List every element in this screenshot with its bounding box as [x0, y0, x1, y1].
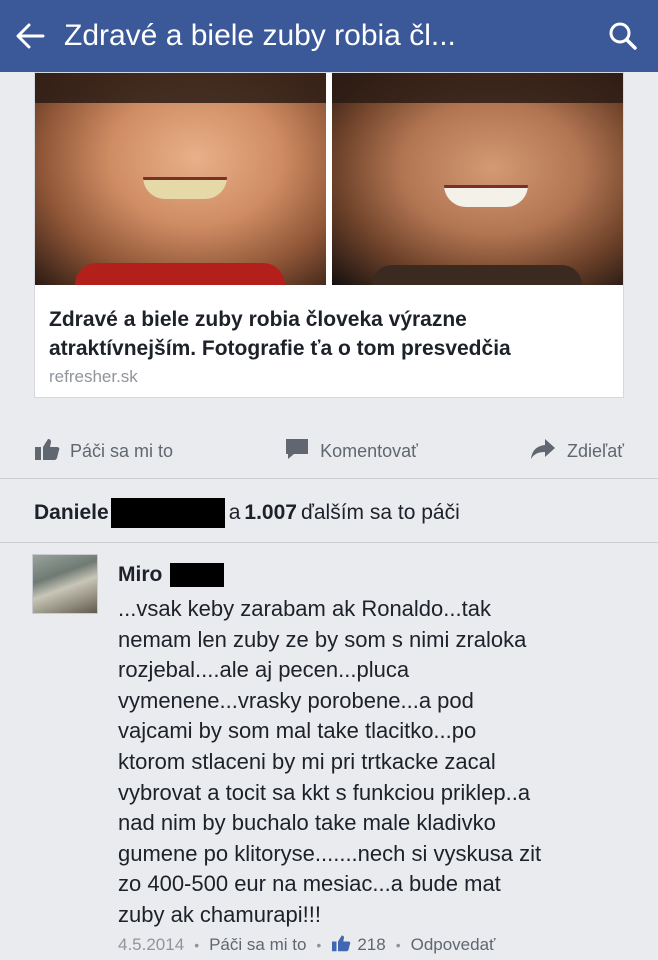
thumbs-up-icon	[34, 437, 60, 466]
likes-suffix: ďalším sa to páči	[300, 501, 460, 524]
app-bar: Zdravé a biele zuby robia čl...	[0, 0, 658, 72]
liker-name[interactable]: Daniele	[34, 501, 109, 525]
comment-button[interactable]: Komentovať	[284, 437, 418, 466]
photo-before	[35, 73, 326, 285]
page-title: Zdravé a biele zuby robia čl...	[64, 19, 456, 52]
like-button[interactable]: Páči sa mi to	[34, 437, 173, 466]
link-title: Zdravé a biele zuby robia človeka výrazn…	[49, 308, 511, 360]
thumbs-up-icon	[331, 934, 351, 957]
comment-icon	[284, 437, 310, 466]
comment-like-number: 218	[357, 935, 386, 954]
link-domain: refresher.sk	[49, 367, 138, 386]
divider	[0, 542, 658, 543]
search-icon[interactable]	[588, 0, 658, 72]
link-preview-image	[35, 73, 623, 285]
comment-text: ...vsak keby zarabam ak Ronaldo...tak ne…	[118, 596, 542, 927]
link-preview-card[interactable]: Zdravé a biele zuby robia človeka výrazn…	[34, 72, 624, 398]
reply-link[interactable]: Odpovedať	[411, 935, 496, 955]
comment-author[interactable]: Miro	[118, 563, 162, 587]
comment-like-link[interactable]: Páči sa mi to	[209, 935, 306, 955]
redaction-bar	[110, 498, 225, 528]
share-label: Zdieľať	[566, 440, 624, 461]
share-arrow-icon	[529, 437, 557, 466]
comment-label: Komentovať	[320, 440, 418, 461]
likes-summary[interactable]: Daniele a 1.007 ďalším sa to páči	[34, 496, 460, 530]
comment-meta: 4.5.2014 • Páči sa mi to • 218 • Odpoved…	[118, 932, 495, 958]
comment: Miro ...vsak keby zarabam ak Ronaldo...t…	[118, 558, 638, 931]
likes-count: 1.007	[244, 501, 297, 524]
comment-like-count[interactable]: 218	[331, 934, 386, 957]
back-arrow-icon[interactable]	[0, 0, 60, 72]
post-actions: Páči sa mi to Komentovať Zdieľať	[34, 422, 624, 480]
redaction-bar	[170, 563, 225, 587]
avatar[interactable]	[32, 554, 98, 614]
comment-date: 4.5.2014	[118, 935, 185, 954]
likes-prefix: a	[228, 501, 241, 524]
photo-after	[332, 73, 623, 285]
divider	[0, 478, 658, 479]
like-label: Páči sa mi to	[70, 440, 174, 461]
share-button[interactable]: Zdieľať	[529, 437, 624, 466]
